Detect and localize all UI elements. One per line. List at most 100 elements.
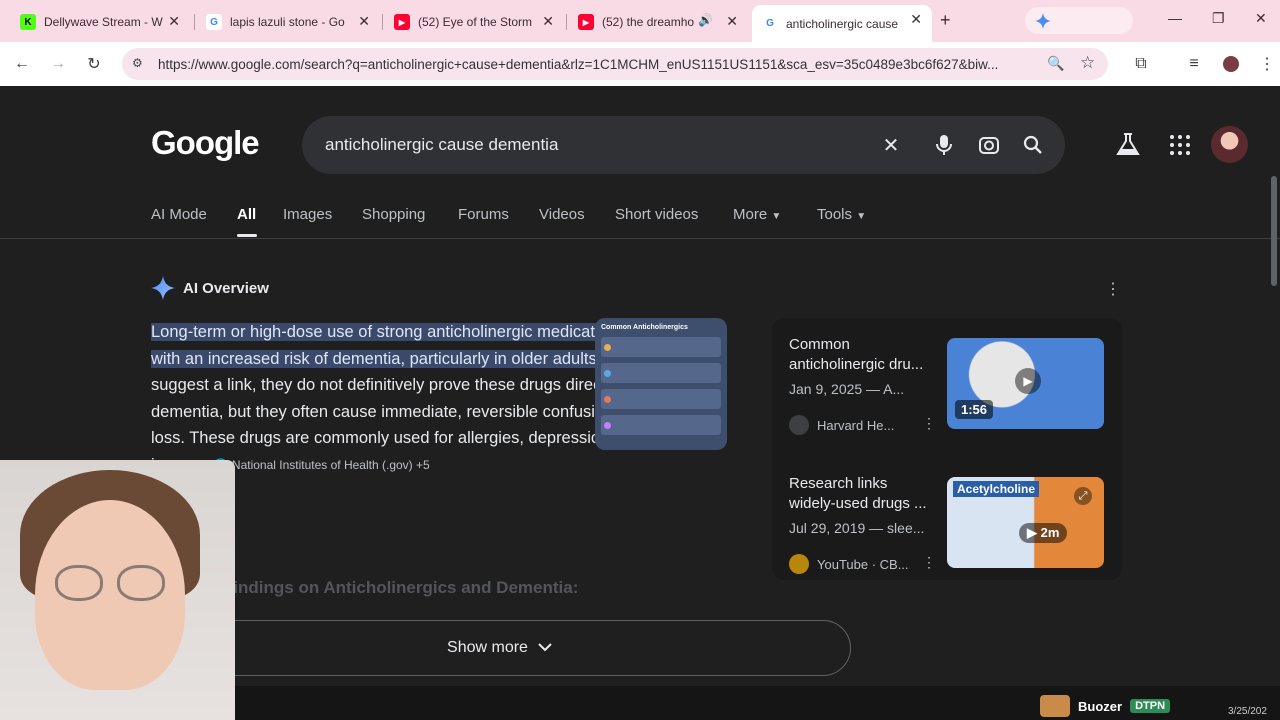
forward-icon[interactable]: → — [47, 53, 69, 75]
gemini-sparkle-icon — [1035, 12, 1051, 29]
active-tab-underline — [237, 234, 257, 237]
chevron-down-icon: ▼ — [771, 211, 782, 222]
webcam-overlay — [0, 460, 235, 720]
browser-tab-4[interactable]: ▶ (52) the dreamho 🔊 ✕ — [568, 7, 748, 37]
browser-tab-3[interactable]: ▶ (52) Eye of the Storm ✕ — [384, 7, 564, 37]
youtube-favicon-icon: ▶ — [394, 14, 410, 30]
tab-all[interactable]: All — [237, 206, 256, 223]
extensions-icon[interactable]: ⧉ — [1130, 53, 1152, 75]
divider — [0, 238, 1280, 239]
thumbnail-label: Acetylcholine — [953, 481, 1040, 497]
google-logo[interactable]: Google — [151, 124, 260, 162]
play-icon: ▶ — [1015, 368, 1041, 394]
close-window-icon[interactable]: ✕ — [1255, 10, 1267, 27]
ai-overview-header: AI Overview — [151, 276, 269, 300]
profile-avatar-icon[interactable] — [1220, 53, 1242, 75]
show-more-label: Show more — [447, 639, 528, 656]
video-source: YouTube · CB... — [789, 554, 909, 574]
zoom-icon[interactable]: 🔍 — [1047, 55, 1064, 72]
lens-camera-icon[interactable] — [977, 133, 1001, 157]
findings-heading: Key Findings on Anticholinergics and Dem… — [187, 578, 579, 597]
speaker-icon[interactable]: 🔊 — [698, 13, 713, 27]
tab-title: anticholinergic cause — [786, 16, 899, 31]
close-tab-icon[interactable]: ✕ — [542, 13, 554, 30]
video-thumbnail[interactable]: ▶ 1:56 — [947, 338, 1104, 429]
video-title[interactable]: Common anticholinergic dru... — [789, 335, 937, 375]
source-name: Harvard He... — [817, 417, 895, 433]
tab-short-videos[interactable]: Short videos — [615, 206, 698, 223]
thumbnail-row — [601, 363, 721, 383]
tab-more-label: More — [733, 206, 768, 223]
tab-tools[interactable]: Tools ▼ — [817, 206, 866, 223]
tab-more[interactable]: More ▼ — [733, 206, 781, 223]
browser-tab-2[interactable]: G lapis lazuli stone - Go ✕ — [196, 7, 380, 37]
tab-shopping[interactable]: Shopping — [362, 206, 425, 223]
close-tab-icon[interactable]: ✕ — [910, 11, 922, 28]
browser-menu-icon[interactable]: ⋮ — [1256, 53, 1278, 75]
youtube-channel-icon — [789, 554, 809, 574]
clock-date: 3/25/202 — [1228, 706, 1267, 717]
youtube-favicon-icon: ▶ — [578, 14, 594, 30]
video-source: Harvard He... — [789, 415, 894, 435]
thumbnail-title: Common Anticholinergics — [601, 324, 688, 331]
search-input[interactable]: anticholinergic cause dementia — [325, 135, 558, 155]
account-avatar[interactable] — [1211, 126, 1248, 163]
site-info-icon[interactable]: ⚙ — [132, 56, 143, 70]
overview-thumbnail[interactable]: Common Anticholinergics — [595, 318, 727, 450]
scrollbar[interactable] — [1271, 176, 1277, 286]
gemini-button[interactable] — [1025, 7, 1133, 34]
close-tab-icon[interactable]: ✕ — [168, 13, 180, 30]
video-date: Jul 29, 2019 — slee... — [789, 520, 925, 536]
labs-flask-icon[interactable] — [1115, 132, 1141, 161]
browser-tab-strip: K Dellywave Stream - W ✕ G lapis lazuli … — [0, 0, 1280, 42]
video-card[interactable]: Common anticholinergic dru... Jan 9, 202… — [789, 335, 1119, 445]
google-apps-icon[interactable] — [1170, 135, 1190, 155]
browser-tab-5-active[interactable]: G anticholinergic cause ✕ — [752, 5, 932, 42]
thumbnail-row — [601, 389, 721, 409]
reload-icon[interactable]: ↻ — [83, 53, 105, 75]
source-chip[interactable]: 🌐National Institutes of Health (.gov) +5 — [213, 452, 430, 479]
source-name: YouTube · CB... — [817, 556, 909, 572]
video-card[interactable]: Research links widely-used drugs ... Jul… — [789, 474, 1119, 584]
clear-search-icon[interactable]: ✕ — [879, 133, 903, 157]
duration-value: 2m — [1040, 525, 1060, 540]
more-options-icon[interactable]: ⋮ — [922, 415, 936, 432]
close-tab-icon[interactable]: ✕ — [726, 13, 738, 30]
tab-divider — [382, 14, 383, 30]
microphone-icon[interactable] — [932, 133, 956, 157]
thumbnail-row — [601, 337, 721, 357]
tab-divider — [194, 14, 195, 30]
media-controls-icon[interactable]: ≡ — [1183, 53, 1205, 75]
address-bar[interactable]: ⚙ https://www.google.com/search?q=antich… — [122, 48, 1108, 80]
video-title[interactable]: Research links widely-used drugs ... — [789, 474, 937, 514]
restore-icon[interactable]: ❐ — [1212, 10, 1225, 27]
video-results-panel: Common anticholinergic dru... Jan 9, 202… — [772, 318, 1122, 580]
close-tab-icon[interactable]: ✕ — [358, 13, 370, 30]
expand-icon[interactable]: ⤢ — [1074, 487, 1092, 505]
browser-tab-1[interactable]: K Dellywave Stream - W ✕ — [10, 7, 190, 37]
tab-title: (52) Eye of the Storm — [418, 15, 533, 29]
bookmark-star-icon[interactable]: ☆ — [1080, 53, 1095, 73]
ai-sparkle-icon — [151, 276, 175, 300]
show-more-button[interactable]: Show more — [148, 620, 851, 676]
overlay-badge: DTPN — [1130, 699, 1171, 713]
tab-tools-label: Tools — [817, 206, 853, 223]
tab-forums[interactable]: Forums — [458, 206, 509, 223]
tab-videos[interactable]: Videos — [539, 206, 585, 223]
video-thumbnail[interactable]: Acetylcholine ⤢ ▶ 2m — [947, 477, 1104, 568]
minimize-icon[interactable]: — — [1168, 10, 1182, 26]
tab-title: lapis lazuli stone - Go — [230, 15, 345, 29]
source-label: National Institutes of Health (.gov) +5 — [231, 458, 430, 473]
tab-ai-mode[interactable]: AI Mode — [151, 206, 207, 223]
thumbnail-row — [601, 415, 721, 435]
overlay-name: Buozer — [1078, 698, 1123, 714]
back-icon[interactable]: ← — [11, 53, 33, 75]
tab-title: (52) the dreamho — [602, 15, 695, 29]
tab-images[interactable]: Images — [283, 206, 332, 223]
tab-title: Dellywave Stream - W — [44, 15, 163, 29]
search-box[interactable]: anticholinergic cause dementia ✕ — [302, 116, 1065, 174]
search-icon[interactable] — [1021, 133, 1045, 157]
new-tab-button[interactable]: + — [940, 10, 951, 31]
more-options-icon[interactable]: ⋮ — [1105, 279, 1121, 299]
more-options-icon[interactable]: ⋮ — [922, 554, 936, 571]
